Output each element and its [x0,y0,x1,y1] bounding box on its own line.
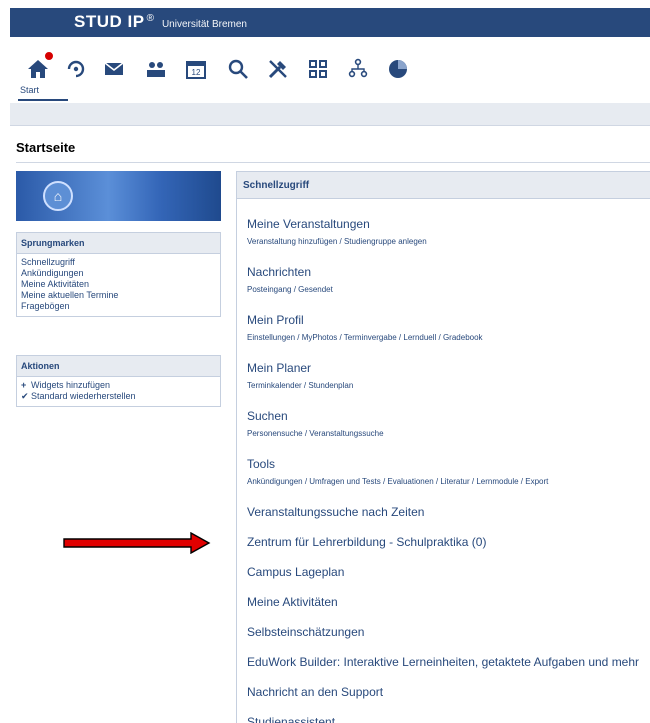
quick-sublinks[interactable]: Einstellungen / MyPhotos / Terminvergabe… [247,333,483,342]
quick-sublinks[interactable]: Veranstaltung hinzufügen / Studiengruppe… [247,237,427,246]
start-tab-label[interactable]: Start [20,85,39,95]
sub-navigation-bar [10,103,650,126]
jumpmark-link[interactable]: Meine aktuellen Termine [21,290,216,301]
jumpmarks-title: Sprungmarken [17,233,220,254]
quick-link-item: Nachrichten Posteingang / Gesendet [247,265,333,294]
add-widgets-action[interactable]: + Widgets hinzufügen [21,380,216,391]
sidebar-banner: ⌂ [16,171,221,221]
quick-link-item: EduWork Builder: Interaktive Lerneinheit… [247,655,639,669]
jumpmark-link[interactable]: Fragebögen [21,301,216,312]
quick-sublinks[interactable]: Terminkalender / Stundenplan [247,381,353,390]
main-navigation: 12 Start [10,37,650,103]
actions-title: Aktionen [17,356,220,377]
checkmark-icon: ✔ [21,391,29,401]
top-bar: STUD IP ® Universität Bremen [10,8,650,37]
quick-sublinks[interactable]: Personensuche / Veranstaltungssuche [247,429,384,438]
quick-link[interactable]: Veranstaltungssuche nach Zeiten [247,505,424,519]
quick-access-widget: Schnellzugriff Meine Veranstaltungen Ver… [236,171,650,723]
university-name: Universität Bremen [161,19,247,30]
plus-icon: + [21,380,27,390]
quick-link-item: Meine Veranstaltungen Veranstaltung hinz… [247,217,427,246]
tools-icon[interactable] [264,55,292,83]
widget-title: Schnellzugriff [237,172,650,199]
active-tab-indicator [18,99,68,101]
pie-icon[interactable] [384,55,412,83]
activity-icon[interactable] [62,55,90,83]
quick-link-item: Mein Planer Terminkalender / Stundenplan [247,361,353,390]
brand-mark: ® [146,13,154,24]
jumpmark-link[interactable]: Schnellzugriff [21,257,216,268]
brand-logo[interactable]: STUD IP ® Universität Bremen [74,12,247,32]
quick-link[interactable]: Nachrichten [247,265,333,279]
title-divider [16,162,650,163]
jumpmark-link[interactable]: Ankündigungen [21,268,216,279]
calendar-icon[interactable]: 12 [182,55,210,83]
quick-link[interactable]: Tools [247,457,548,471]
jumpmark-link[interactable]: Meine Aktivitäten [21,279,216,290]
quick-link[interactable]: Meine Veranstaltungen [247,217,427,231]
quick-link[interactable]: Campus Lageplan [247,565,344,579]
mail-icon[interactable] [100,55,128,83]
quick-link[interactable]: Meine Aktivitäten [247,595,338,609]
quick-sublinks[interactable]: Ankündigungen / Umfragen und Tests / Eva… [247,477,548,486]
quick-sublinks[interactable]: Posteingang / Gesendet [247,285,333,294]
quick-link-item: Tools Ankündigungen / Umfragen und Tests… [247,457,548,486]
quick-link-item: Selbsteinschätzungen [247,625,364,639]
quick-link-item: Mein Profil Einstellungen / MyPhotos / T… [247,313,483,342]
quick-link[interactable]: Suchen [247,409,384,423]
action-label: Widgets hinzufügen [31,380,111,390]
page-title: Startseite [16,140,76,155]
quick-link[interactable]: EduWork Builder: Interaktive Lerneinheit… [247,655,639,669]
quick-link-item: Suchen Personensuche / Veranstaltungssuc… [247,409,384,438]
sidebar-jumpmarks: Sprungmarken Schnellzugriff Ankündigunge… [16,232,221,317]
red-arrow-icon [63,532,211,554]
sidebar-actions: Aktionen + Widgets hinzufügen ✔ Standard w… [16,355,221,407]
svg-text:12: 12 [192,68,201,77]
action-label: Standard wiederherstellen [31,391,136,401]
quick-link[interactable]: Mein Profil [247,313,483,327]
home-icon[interactable] [24,51,54,83]
quick-link-item: Veranstaltungssuche nach Zeiten [247,505,424,519]
browse-icon[interactable] [304,55,332,83]
search-icon[interactable] [224,55,252,83]
quick-link-item: Zentrum für Lehrerbildung - Schulpraktik… [247,535,486,549]
quick-link[interactable]: Studienassistent [247,715,335,723]
brand-name: STUD IP [74,12,145,31]
quick-link-item: Studienassistent [247,715,335,723]
quick-link[interactable]: Zentrum für Lehrerbildung - Schulpraktik… [247,535,486,549]
restore-default-action[interactable]: ✔ Standard wiederherstellen [21,391,216,402]
people-icon[interactable] [142,55,170,83]
quick-link[interactable]: Selbsteinschätzungen [247,625,364,639]
quick-link-item: Campus Lageplan [247,565,344,579]
quick-link[interactable]: Mein Planer [247,361,353,375]
home-icon: ⌂ [43,181,73,211]
hierarchy-icon[interactable] [344,55,372,83]
quick-link[interactable]: Nachricht an den Support [247,685,383,699]
notification-badge [44,51,54,61]
quick-link-item: Meine Aktivitäten [247,595,338,609]
quick-link-item: Nachricht an den Support [247,685,383,699]
